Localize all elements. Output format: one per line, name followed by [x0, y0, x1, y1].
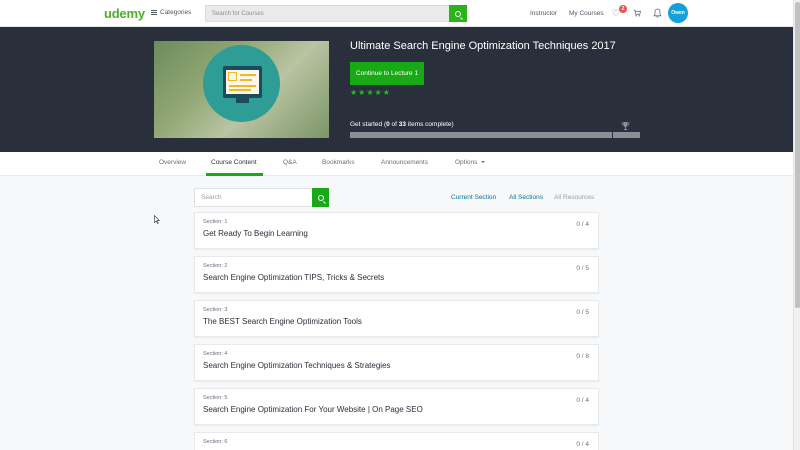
page-scrollbar[interactable]	[793, 0, 800, 450]
checklist-line	[229, 89, 251, 91]
section-progress-count: 0 / 8	[576, 353, 589, 360]
section-title: Search Engine Optimization Techniques & …	[203, 361, 391, 370]
continue-lecture-button[interactable]: Continue to Lecture 1	[350, 62, 424, 85]
section-progress-count: 0 / 4	[576, 397, 589, 404]
checklist-line	[229, 85, 256, 87]
section-card[interactable]: Section: 4 Search Engine Optimization Te…	[194, 344, 599, 381]
hamburger-icon	[151, 10, 157, 15]
chevron-down-icon	[481, 161, 486, 164]
rating-stars[interactable]: ★ ★ ★ ★ ★	[350, 89, 390, 97]
section-progress-count: 0 / 5	[576, 265, 589, 272]
notifications-bell-icon[interactable]	[653, 8, 662, 18]
course-search-button[interactable]	[449, 5, 467, 22]
course-tabs: Overview Course Content Q&A Bookmarks An…	[0, 152, 793, 176]
section-number: Section: 5	[203, 395, 228, 401]
star-icon[interactable]: ★	[350, 89, 357, 97]
star-icon[interactable]: ★	[383, 89, 390, 97]
wishlist-badge: 2	[619, 5, 627, 13]
section-title: Search Engine Optimization For Your Webs…	[203, 405, 423, 414]
progress-text: Get started (0 of 33 items complete)	[350, 121, 454, 128]
monitor-stand	[236, 98, 249, 103]
tab-course-content[interactable]: Course Content	[211, 159, 257, 166]
user-avatar[interactable]: Owen	[668, 3, 688, 23]
checklist-line	[240, 74, 256, 76]
star-icon[interactable]: ★	[366, 89, 373, 97]
section-number: Section: 2	[203, 263, 228, 269]
section-title: The BEST Search Engine Optimization Tool…	[203, 317, 362, 326]
filter-all-resources[interactable]: All Resources	[554, 194, 594, 201]
section-number: Section: 3	[203, 307, 228, 313]
course-thumbnail	[154, 41, 329, 138]
section-title: Get Ready To Begin Learning	[203, 229, 308, 238]
section-number: Section: 6	[203, 439, 228, 445]
progress-bar	[350, 132, 612, 138]
progress-bar-end	[613, 132, 640, 138]
cart-icon[interactable]	[633, 9, 641, 17]
my-courses-link[interactable]: My Courses	[569, 10, 604, 17]
section-number: Section: 4	[203, 351, 228, 357]
categories-menu[interactable]: Categories	[151, 9, 191, 16]
search-icon	[317, 194, 324, 201]
checklist-icon	[228, 72, 237, 81]
section-progress-count: 0 / 4	[576, 441, 589, 448]
section-number: Section: 1	[203, 219, 228, 225]
categories-label: Categories	[160, 9, 192, 16]
star-icon[interactable]: ★	[358, 89, 365, 97]
course-title: Ultimate Search Engine Optimization Tech…	[350, 40, 616, 52]
section-title: Search Engine Optimization TIPS, Tricks …	[203, 273, 385, 282]
section-progress-count: 0 / 5	[576, 309, 589, 316]
section-card[interactable]: Section: 6 0 / 4	[194, 432, 599, 450]
trophy-icon	[621, 122, 630, 130]
tab-options[interactable]: Options	[455, 159, 486, 166]
tab-announcements[interactable]: Announcements	[381, 159, 428, 166]
tab-bookmarks[interactable]: Bookmarks	[322, 159, 355, 166]
content-search-button[interactable]	[312, 188, 329, 207]
section-card[interactable]: Section: 1 Get Ready To Begin Learning 0…	[194, 212, 599, 249]
progress-suffix: items complete)	[406, 121, 454, 128]
top-nav: udemy Categories Search for Courses Inst…	[0, 0, 793, 27]
tab-options-label: Options	[455, 159, 478, 166]
mouse-cursor-icon	[154, 215, 160, 224]
tab-overview[interactable]: Overview	[159, 159, 186, 166]
search-icon	[455, 10, 461, 17]
section-card[interactable]: Section: 2 Search Engine Optimization TI…	[194, 256, 599, 293]
active-tab-indicator	[206, 173, 263, 176]
filter-all-sections[interactable]: All Sections	[509, 194, 543, 201]
progress-total: 33	[398, 121, 407, 128]
section-card[interactable]: Section: 3 The BEST Search Engine Optimi…	[194, 300, 599, 337]
section-card[interactable]: Section: 5 Search Engine Optimization Fo…	[194, 388, 599, 425]
star-icon[interactable]: ★	[375, 89, 382, 97]
filter-current-section[interactable]: Current Section	[451, 194, 496, 201]
progress-of: of	[389, 121, 399, 128]
content-search-input[interactable]: Search	[194, 188, 313, 207]
course-search-input[interactable]: Search for Courses	[205, 5, 449, 22]
checklist-line	[240, 79, 252, 81]
instructor-link[interactable]: Instructor	[530, 10, 557, 17]
scrollbar-thumb[interactable]	[795, 2, 800, 308]
tab-qa[interactable]: Q&A	[283, 159, 297, 166]
section-progress-count: 0 / 4	[576, 221, 589, 228]
progress-prefix: Get started (	[350, 121, 387, 128]
udemy-logo[interactable]: udemy	[104, 6, 145, 21]
